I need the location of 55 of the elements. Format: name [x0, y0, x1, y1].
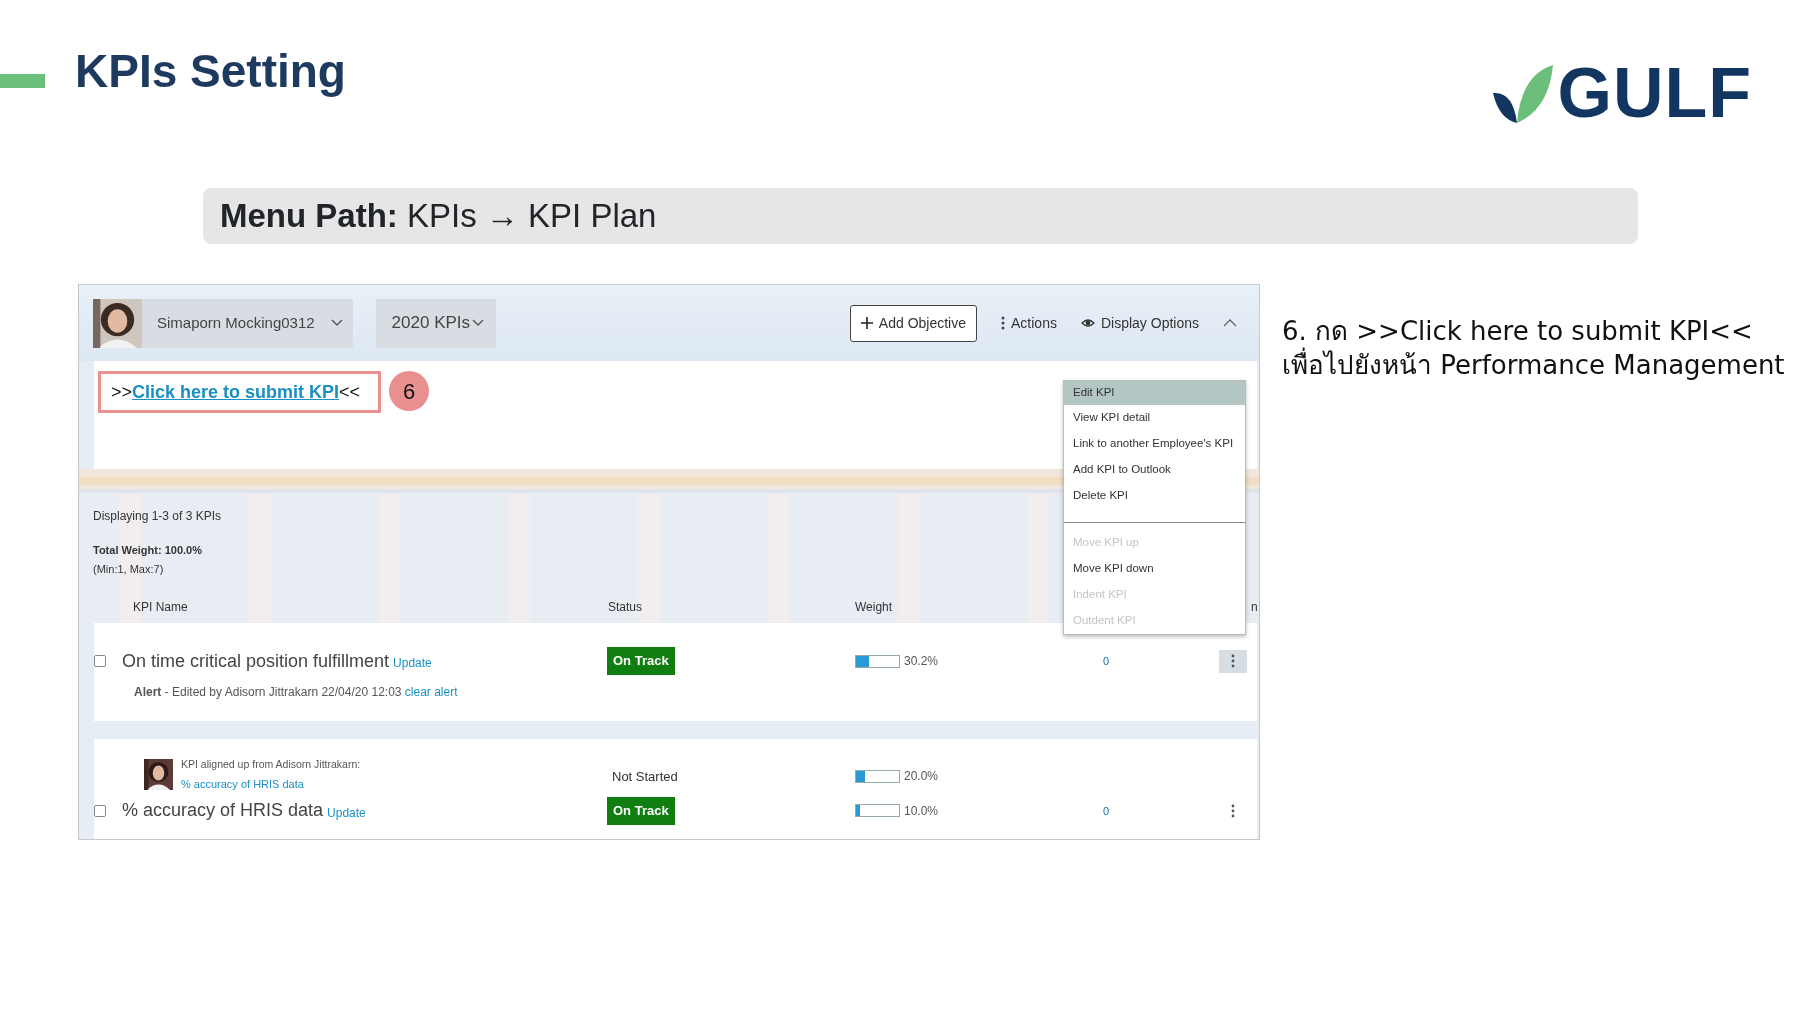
eye-icon	[1080, 317, 1095, 329]
slide-title: KPIs Setting	[75, 46, 346, 99]
kpi-count[interactable]: 0	[1103, 804, 1110, 817]
kpi-name: % accuracy of HRIS data	[122, 799, 324, 823]
total-weight: Total Weight: 100.0%	[93, 543, 202, 558]
weight-value: 30.2%	[904, 653, 939, 670]
person-dropdown[interactable]: Simaporn Mocking0312	[142, 298, 353, 348]
caret-icon	[330, 319, 343, 327]
more-icon	[1231, 654, 1235, 668]
weight-limits: (Min:1, Max:7)	[93, 561, 164, 577]
menu-item[interactable]: View KPI detail	[1064, 405, 1245, 431]
chevron-icon	[1223, 318, 1237, 328]
submit-instruction: >>Click here to submit KPI<<	[111, 380, 361, 404]
more-button[interactable]	[1219, 649, 1247, 673]
menu-item[interactable]: Link to another Employee's KPI	[1064, 431, 1245, 457]
caret-icon	[472, 319, 485, 327]
aligned-note: KPI aligned up from Adisorn Jittrakarn:	[181, 757, 361, 772]
row-checkbox[interactable]	[94, 804, 106, 817]
actions-button[interactable]: Actions	[1001, 312, 1057, 334]
step-number: 6	[389, 371, 429, 411]
result-count: Displaying 1-3 of 3 KPIs	[93, 508, 222, 525]
column-header: KPI Name	[133, 599, 188, 616]
plus-icon	[860, 317, 873, 329]
status-text: Not Started	[612, 769, 678, 784]
menu-item[interactable]: Edit KPI	[1064, 381, 1245, 405]
logo-text: GULF	[1557, 58, 1752, 128]
column-header: n	[1251, 599, 1258, 616]
column-header: Weight	[855, 599, 893, 616]
menu-item[interactable]: Move KPI down	[1064, 556, 1245, 582]
plan-dropdown[interactable]: 2020 KPIs	[375, 298, 497, 348]
clear-alert-link[interactable]: clear alert	[404, 685, 458, 699]
weight-value: 10.0%	[904, 802, 939, 820]
kebab-icon	[1001, 316, 1006, 330]
row-checkbox[interactable]	[94, 655, 106, 667]
collapse-button[interactable]	[1223, 318, 1237, 328]
menu-item[interactable]: Delete KPI	[1064, 483, 1245, 509]
weight-value: 20.0%	[904, 768, 939, 785]
accent-bar	[0, 74, 45, 88]
add-objective-button[interactable]: Add Objective	[849, 304, 978, 342]
menu-item[interactable]: Add KPI to Outlook	[1064, 457, 1245, 483]
instruction-text: เพื่อไปยังหน้า Performance Management	[1282, 348, 1785, 382]
submit-kpi-link[interactable]: Click here to submit KPI	[132, 381, 340, 402]
kpi-count[interactable]: 0	[1103, 655, 1110, 667]
update-link[interactable]: Update	[393, 654, 432, 672]
status-badge: On Track	[607, 797, 675, 825]
alert-message: Alert - Edited by Adisorn Jittrakarn 22/04/20 12:03 clear alert	[133, 684, 459, 701]
display-options-button[interactable]: Display Options	[1080, 312, 1199, 334]
menu-path: Menu Path: KPIs → KPI Plan	[203, 188, 1638, 244]
status-badge: On Track	[607, 647, 675, 675]
more-icon	[1231, 803, 1235, 818]
column-header: Status	[608, 599, 643, 616]
kpi-name: On time critical position fulfillment	[122, 649, 390, 673]
update-link[interactable]: Update	[327, 803, 366, 822]
instruction-text: 6. กด >>Click here to submit KPI<<	[1282, 315, 1754, 347]
aligned-kpi-link[interactable]: % accuracy of HRIS data	[181, 775, 304, 793]
